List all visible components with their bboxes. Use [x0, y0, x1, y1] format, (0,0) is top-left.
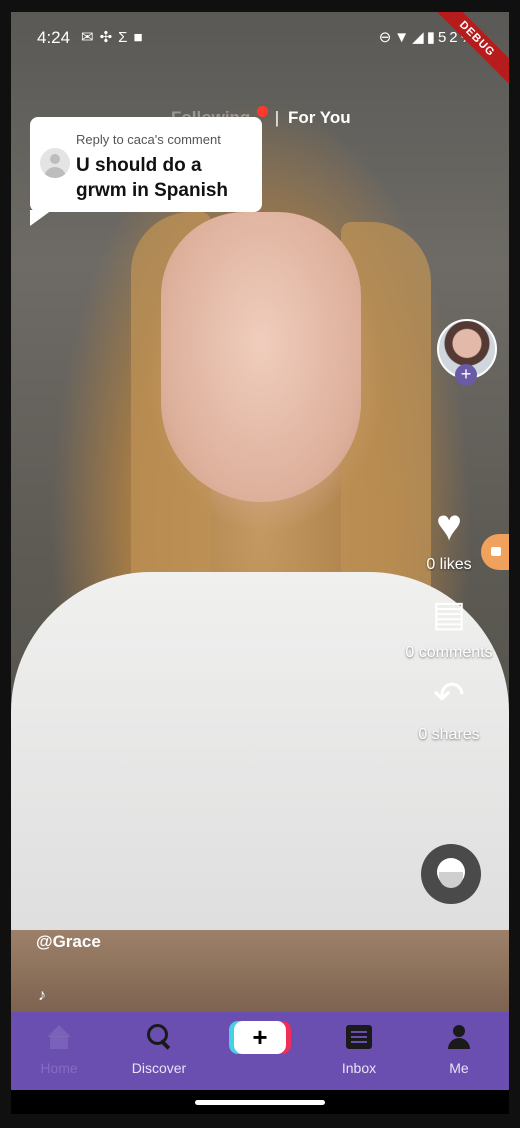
video-face: [161, 212, 361, 502]
nav-home[interactable]: Home: [11, 1012, 107, 1090]
nav-inbox[interactable]: Inbox: [311, 1012, 407, 1090]
comments-count: 0 comments: [405, 644, 493, 661]
search-icon: [146, 1023, 172, 1049]
commenter-avatar: [40, 148, 70, 178]
music-disc-icon[interactable]: [421, 844, 481, 904]
tab-for-you[interactable]: For You: [288, 108, 351, 127]
create-button[interactable]: +: [234, 1021, 286, 1054]
comment-text: U should do a grwm in Spanish: [76, 155, 229, 201]
bottom-nav: Home Discover + Inbox Me: [11, 1012, 509, 1090]
nav-create[interactable]: +: [211, 1012, 307, 1090]
nav-home-label: Home: [40, 1060, 78, 1076]
tab-separator: |: [274, 108, 280, 127]
wifi-icon: ▼: [394, 29, 413, 46]
music-note-icon[interactable]: ♪: [38, 987, 46, 1005]
comment-action[interactable]: ▤ 0 comments: [389, 590, 509, 662]
floating-camera-icon[interactable]: [481, 534, 509, 570]
creator-username[interactable]: @Grace: [36, 932, 101, 952]
phone-screen: 4:24 ✉✣Σ■ ⊖▼◢▮52% DEBUG Following | For …: [11, 12, 509, 1114]
status-bar: 4:24 ✉✣Σ■ ⊖▼◢▮52% DEBUG: [11, 12, 509, 95]
live-dot: [257, 106, 269, 117]
battery-icon: ▮: [426, 29, 438, 46]
comment-icon[interactable]: ▤: [389, 590, 509, 638]
video-camera-icon: ■: [133, 29, 149, 46]
status-time: 4:24: [37, 28, 71, 47]
nav-discover-label: Discover: [131, 1060, 187, 1076]
follow-plus-button[interactable]: +: [455, 364, 477, 386]
sigma-icon: Σ: [118, 29, 134, 46]
profile-icon: [447, 1025, 471, 1049]
notification-icons: ✉✣Σ■: [81, 28, 149, 46]
gmail-icon: ✉: [81, 29, 100, 46]
reply-comment-sticker[interactable]: Reply to caca's comment U should do a gr…: [30, 117, 262, 226]
nav-discover[interactable]: Discover: [111, 1012, 207, 1090]
nav-inbox-label: Inbox: [341, 1060, 377, 1076]
shares-count: 0 shares: [418, 726, 480, 743]
share-icon[interactable]: ↶: [389, 672, 509, 720]
gesture-bar: [11, 1090, 509, 1114]
pinwheel-icon: ✣: [99, 29, 119, 46]
bubble-tail: [30, 210, 52, 226]
share-action[interactable]: ↶ 0 shares: [389, 672, 509, 744]
home-indicator[interactable]: [195, 1100, 325, 1105]
do-not-disturb-icon: ⊖: [378, 29, 395, 46]
nav-me[interactable]: Me: [411, 1012, 507, 1090]
inbox-icon: [346, 1025, 372, 1049]
nav-me-label: Me: [449, 1060, 469, 1076]
home-icon: [46, 1025, 72, 1049]
reply-label: Reply to caca's comment: [76, 132, 221, 147]
signal-icon: ◢: [412, 29, 427, 46]
